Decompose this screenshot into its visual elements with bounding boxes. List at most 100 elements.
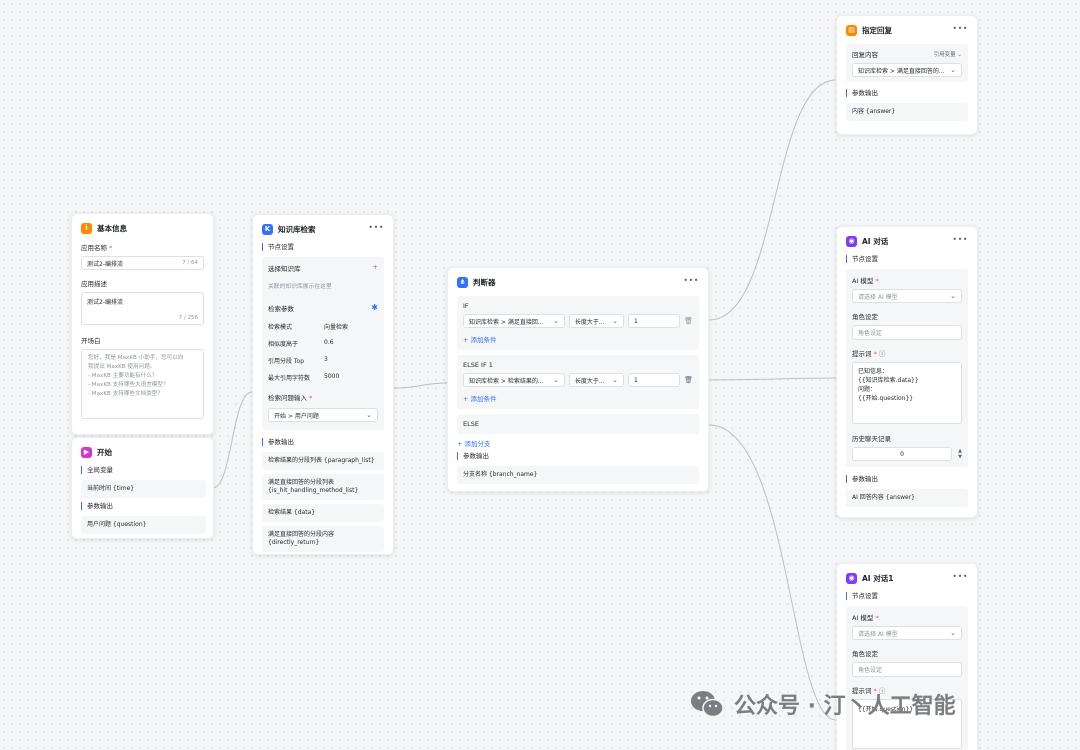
role-input[interactable]: 角色设定: [852, 325, 962, 340]
node-settings-label: 节点设置: [846, 592, 968, 600]
question-select[interactable]: 开始 > 用户问题 ⌄: [268, 408, 378, 422]
reply-mode-select[interactable]: 引用变量 ⌄: [934, 50, 962, 58]
start-icon: ▶: [81, 446, 92, 458]
node-title: 指定回复: [862, 25, 892, 35]
ai-model-select[interactable]: 请选择 AI 模型 ⌄: [852, 289, 962, 303]
more-icon[interactable]: •••: [683, 276, 699, 285]
watermark-text: 公众号 · 汀丶人工智能: [734, 694, 956, 719]
kb-select-label: 选择知识库: [268, 265, 301, 273]
condition-icon: ⋔: [457, 276, 468, 288]
chevron-down-icon: ⌄: [553, 317, 559, 325]
node-title: 知识库检索: [278, 224, 316, 234]
app-name-input[interactable]: 测试2-编排流 7 / 64: [81, 256, 204, 270]
ai-model-label: AI 模型: [852, 277, 874, 285]
more-icon[interactable]: •••: [368, 223, 384, 232]
role-input[interactable]: 角色设定: [852, 662, 962, 677]
node-title: 开始: [97, 447, 112, 457]
output-hit-list: 满足直接回答的分段列表 {is_hit_handling_method_list…: [262, 474, 384, 500]
ai-chat-icon: ◉: [846, 572, 857, 584]
opening-line: - MaxKB 支持哪些大语言模型？: [88, 382, 169, 388]
ai-settings-box: AI 模型 * 请选择 AI 模型 ⌄ 角色设定 角色设定 提示词 * ⓘ {{…: [846, 606, 968, 750]
ai-chat-node[interactable]: ◉ AI 对话 ••• 节点设置 AI 模型 * 请选择 AI 模型 ⌄ 角色设…: [836, 226, 978, 518]
elseif-field-select[interactable]: 知识库检索 > 检索结果的... ⌄: [463, 373, 565, 387]
ai-chat-node-1[interactable]: ◉ AI 对话1 ••• 节点设置 AI 模型 * 请选择 AI 模型 ⌄ 角色…: [836, 563, 978, 750]
param-row: 检索模式 向量检索: [268, 324, 349, 331]
wechat-icon: [691, 691, 724, 718]
add-condition-button[interactable]: + 添加条件: [463, 393, 693, 403]
chevron-down-icon: ⌄: [366, 411, 372, 419]
kb-hint: 关联的知识库展示在这里: [268, 284, 332, 290]
opening-line: 您好，我是 MaxKB 小助手，您可以向: [88, 355, 184, 361]
delete-icon[interactable]: 🗑: [684, 317, 693, 325]
more-icon[interactable]: •••: [952, 235, 968, 244]
question-input-label: 检索问题输入: [268, 394, 307, 402]
param-question: 用户问题 {question}: [81, 516, 206, 534]
app-name-value: 测试2-编排流: [87, 260, 123, 268]
more-icon[interactable]: •••: [952, 24, 968, 33]
if-label: IF: [463, 302, 469, 310]
add-branch-button[interactable]: + 添加分支: [457, 438, 699, 448]
output-branch-name: 分支名称 {branch_name}: [457, 466, 699, 484]
ai-model-label: AI 模型: [852, 614, 874, 622]
prompt-textarea[interactable]: 已知信息： {{知识库检索.data}} 问题： {{开始.question}}: [852, 362, 962, 424]
output-label: 参数输出: [846, 475, 968, 483]
elseif-label: ELSE IF 1: [463, 361, 493, 369]
workflow-canvas[interactable]: i 基本信息 应用名称 * 测试2-编排流 7 / 64 应用描述 测试2-编排…: [0, 0, 1080, 750]
node-settings-label: 节点设置: [262, 243, 384, 251]
output-label: 参数输出: [262, 438, 384, 446]
prompt-label: 提示词: [852, 350, 872, 358]
global-var-time: 当前时间 {time}: [81, 480, 206, 498]
opening-line: 我提出 MaxKB 使用问题。: [88, 364, 156, 370]
app-name-counter: 7 / 64: [182, 260, 198, 266]
app-desc-value: 测试2-编排流: [87, 299, 123, 306]
app-name-label: 应用名称: [81, 244, 107, 252]
node-title: 判断器: [473, 277, 496, 287]
app-desc-counter: 7 / 256: [178, 315, 198, 321]
output-answer: AI 回答内容 {answer}: [846, 489, 968, 507]
start-node[interactable]: ▶ 开始 全局变量 当前时间 {time} 参数输出 用户问题 {questio…: [71, 437, 214, 539]
kb-add-button[interactable]: +: [373, 263, 378, 273]
global-vars-label: 全局变量: [81, 466, 204, 474]
if-field-select[interactable]: 知识库检索 > 满足直接回... ⌄: [463, 314, 565, 328]
stepper-icon[interactable]: ▲ ▼: [958, 448, 962, 460]
output-label: 参数输出: [846, 89, 968, 97]
reply-icon: ▤: [846, 24, 857, 36]
basic-info-icon: i: [81, 222, 92, 234]
chevron-down-icon: ⌄: [612, 317, 618, 325]
param-row: 引用分段 Top 3: [268, 356, 328, 365]
output-data: 检索结果 {data}: [262, 504, 384, 522]
chevron-down-icon: ⌄: [950, 629, 956, 637]
wire-search-condition: [393, 382, 448, 389]
history-input[interactable]: 0: [852, 447, 953, 461]
settings-icon[interactable]: ✱: [371, 303, 378, 313]
condition-node[interactable]: ⋔ 判断器 ••• IF 知识库检索 > 满足直接回... ⌄ 长度大于... ⌄ …: [447, 267, 709, 492]
wire-else-ai2: [708, 424, 837, 721]
wire-start-search: [212, 391, 253, 489]
node-settings-label: 节点设置: [846, 255, 968, 263]
app-desc-textarea[interactable]: 测试2-编排流 7 / 256: [81, 292, 204, 325]
basic-info-node[interactable]: i 基本信息 应用名称 * 测试2-编排流 7 / 64 应用描述 测试2-编排…: [71, 213, 214, 435]
if-operator-select[interactable]: 长度大于... ⌄: [568, 314, 624, 328]
kb-search-node[interactable]: K 知识库检索 ••• 节点设置 选择知识库 + 关联的知识库展示在这里 检索参…: [252, 214, 394, 555]
chevron-down-icon: ⌄: [950, 66, 956, 74]
delete-icon[interactable]: 🗑: [684, 376, 693, 384]
more-icon[interactable]: •••: [952, 572, 968, 581]
ai-model-select[interactable]: 请选择 AI 模型 ⌄: [852, 626, 962, 640]
opening-textarea[interactable]: 您好，我是 MaxKB 小助手，您可以向 我提出 MaxKB 使用问题。 - M…: [81, 349, 204, 419]
add-condition-button[interactable]: + 添加条件: [463, 334, 693, 344]
question-select-value: 开始 > 用户问题: [274, 412, 319, 420]
elseif-value-input[interactable]: 1: [627, 373, 681, 387]
role-label: 角色设定: [852, 313, 878, 321]
if-value-input[interactable]: 1: [627, 314, 681, 328]
opening-line: - MaxKB 主要功能有什么？: [88, 373, 158, 379]
watermark: 公众号 · 汀丶人工智能: [690, 688, 956, 720]
kb-settings-box: 选择知识库 + 关联的知识库展示在这里 检索参数 ✱ 检索模式 向量检索 相似度高…: [262, 257, 384, 430]
if-branch: IF 知识库检索 > 满足直接回... ⌄ 长度大于... ⌄ 1 🗑 + 添加条件: [457, 296, 699, 350]
reply-content-select[interactable]: 知识库检索 > 满足直接回答的... ⌄: [852, 63, 962, 77]
else-branch: ELSE: [457, 414, 699, 434]
reply-settings-box: 回复内容 引用变量 ⌄ 知识库检索 > 满足直接回答的... ⌄: [846, 44, 968, 82]
reply-node[interactable]: ▤ 指定回复 ••• 回复内容 引用变量 ⌄ 知识库检索 > 满足直接回答的..…: [836, 15, 978, 135]
node-title: AI 对话: [862, 236, 889, 246]
else-label: ELSE: [463, 420, 479, 428]
elseif-operator-select[interactable]: 长度大于... ⌄: [568, 373, 624, 387]
